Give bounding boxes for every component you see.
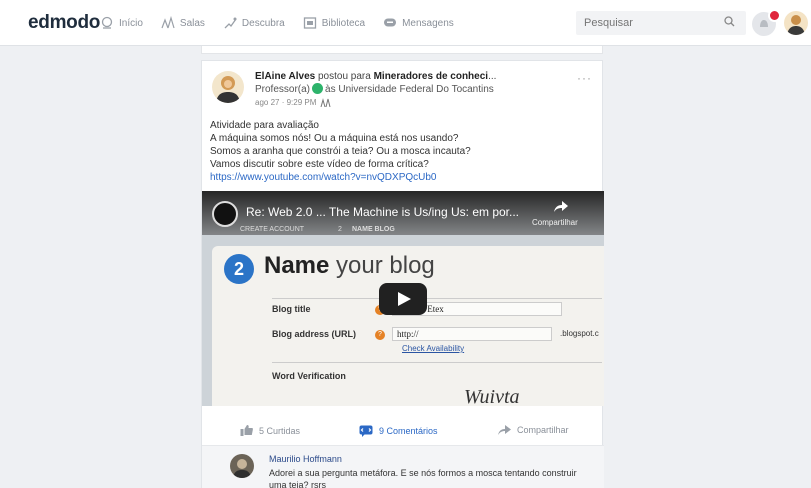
- step-number: 2: [224, 254, 254, 284]
- group-ellipsis: ...: [488, 71, 497, 82]
- search-input[interactable]: [576, 11, 746, 35]
- help-icon: ?: [375, 330, 385, 340]
- check-availability-link: Check Availability: [402, 344, 465, 353]
- word-verification-label: Word Verification: [272, 371, 346, 381]
- video-frame-panel: 2 Name your blog Blog title ? Beyond Ete…: [212, 246, 604, 406]
- post-meta: ago 27 · 9:29 PM: [255, 98, 332, 107]
- nav-label: Mensagens: [402, 17, 454, 29]
- edmodo-logo[interactable]: edmodo: [28, 12, 100, 34]
- comment-count: 9 Comentários: [379, 426, 438, 436]
- captcha-text: Wuivta: [464, 386, 520, 406]
- post-timestamp[interactable]: ago 27 · 9:29 PM: [255, 98, 316, 107]
- classes-icon: [161, 16, 175, 29]
- nav-item-mensagens[interactable]: Mensagens: [383, 16, 454, 30]
- user-avatar[interactable]: [784, 11, 808, 35]
- share-icon: [498, 425, 511, 435]
- search-icon[interactable]: [724, 16, 735, 27]
- blog-heading: Name your blog: [264, 252, 435, 280]
- library-icon: [303, 17, 316, 29]
- share-arrow-icon[interactable]: [553, 200, 569, 214]
- main-nav: Início Salas Descubra Biblioteca Mensage…: [100, 0, 472, 46]
- commenter-avatar[interactable]: [230, 454, 254, 478]
- blog-address-label: Blog address (URL): [272, 329, 357, 339]
- divider: [272, 298, 602, 299]
- step-label: 2: [338, 226, 342, 233]
- post-link[interactable]: https://www.youtube.com/watch?v=nvQDXPQc…: [210, 171, 595, 184]
- nav-item-descubra[interactable]: Descubra: [223, 16, 285, 30]
- author-role-line: Professor(a) às Universidade Federal Do …: [255, 83, 494, 95]
- commenter-avatar-image: [233, 459, 251, 478]
- nav-label: Salas: [179, 17, 205, 29]
- video-share-label[interactable]: Compartilhar: [532, 218, 578, 227]
- user-avatar-image: [787, 15, 805, 35]
- home-icon: [101, 16, 113, 29]
- step-label: NAME BLOG: [352, 226, 395, 233]
- top-navigation-bar: edmodo Início Salas Descubra Biblioteca …: [0, 0, 811, 46]
- divider: [272, 362, 602, 363]
- post-action-text: postou para: [315, 71, 374, 82]
- blogspot-suffix: .blogspot.c: [560, 329, 599, 338]
- like-count: 5 Curtidas: [259, 425, 301, 436]
- thumbs-up-icon: [240, 425, 253, 436]
- author-institution: às Universidade Federal Do Tocantins: [325, 84, 494, 95]
- share-button[interactable]: Compartilhar: [498, 425, 569, 435]
- like-button[interactable]: 5 Curtidas: [240, 425, 300, 436]
- commenter-name[interactable]: Maurilio Hoffmann: [269, 454, 342, 464]
- comment-text: Adorei a sua pergunta metáfora. E se nós…: [269, 468, 577, 488]
- nav-label: Biblioteca: [321, 17, 366, 29]
- post-header: ElAine Alves postou para Mineradores de …: [255, 71, 575, 82]
- nav-label: Início: [119, 17, 143, 29]
- step-label: CREATE ACCOUNT: [240, 226, 305, 233]
- post-line: Atividade para avaliação: [210, 120, 319, 131]
- discover-icon: [224, 17, 237, 29]
- blog-title-label: Blog title: [272, 304, 311, 314]
- post-line: Somos a aranha que constrói a teia? Ou a…: [210, 146, 471, 157]
- post-body: Atividade para avaliação A máquina somos…: [210, 119, 595, 184]
- previous-post-card: [201, 46, 603, 54]
- nav-label: Descubra: [241, 17, 285, 29]
- nav-item-biblioteca[interactable]: Biblioteca: [303, 16, 365, 30]
- post-line: A máquina somos nós! Ou a máquina está n…: [210, 133, 459, 144]
- nav-item-inicio[interactable]: Início: [100, 16, 143, 30]
- verified-icon: [312, 83, 324, 94]
- channel-avatar[interactable]: [212, 201, 238, 227]
- video-embed[interactable]: 2 Name your blog Blog title ? Beyond Ete…: [202, 191, 604, 406]
- audience-icon: [320, 98, 331, 107]
- post-author-avatar[interactable]: [212, 71, 244, 103]
- share-label: Compartilhar: [517, 425, 569, 435]
- comments-button[interactable]: 9 Comentários: [359, 425, 438, 437]
- video-title[interactable]: Re: Web 2.0 ... The Machine is Us/ing Us…: [246, 205, 519, 219]
- post-card: ElAine Alves postou para Mineradores de …: [201, 60, 604, 488]
- post-options-button[interactable]: ···: [577, 71, 592, 85]
- messages-icon: [384, 18, 397, 27]
- author-role: Professor(a): [255, 84, 311, 95]
- post-author-name[interactable]: ElAine Alves: [255, 71, 315, 82]
- comment-item: Maurilio Hoffmann Adorei a sua pergunta …: [202, 446, 604, 488]
- post-group-name[interactable]: Mineradores de conheci: [374, 71, 488, 82]
- comment-icon: [359, 425, 373, 437]
- blog-heading-rest: your blog: [329, 252, 435, 279]
- blog-address-field: http://: [392, 327, 552, 341]
- author-avatar-image: [216, 76, 240, 103]
- notification-badge: [768, 9, 781, 22]
- play-button[interactable]: [379, 283, 427, 315]
- nav-item-salas[interactable]: Salas: [161, 16, 205, 30]
- post-line: Vamos discutir sobre este vídeo de forma…: [210, 159, 429, 170]
- blog-heading-bold: Name: [264, 252, 330, 279]
